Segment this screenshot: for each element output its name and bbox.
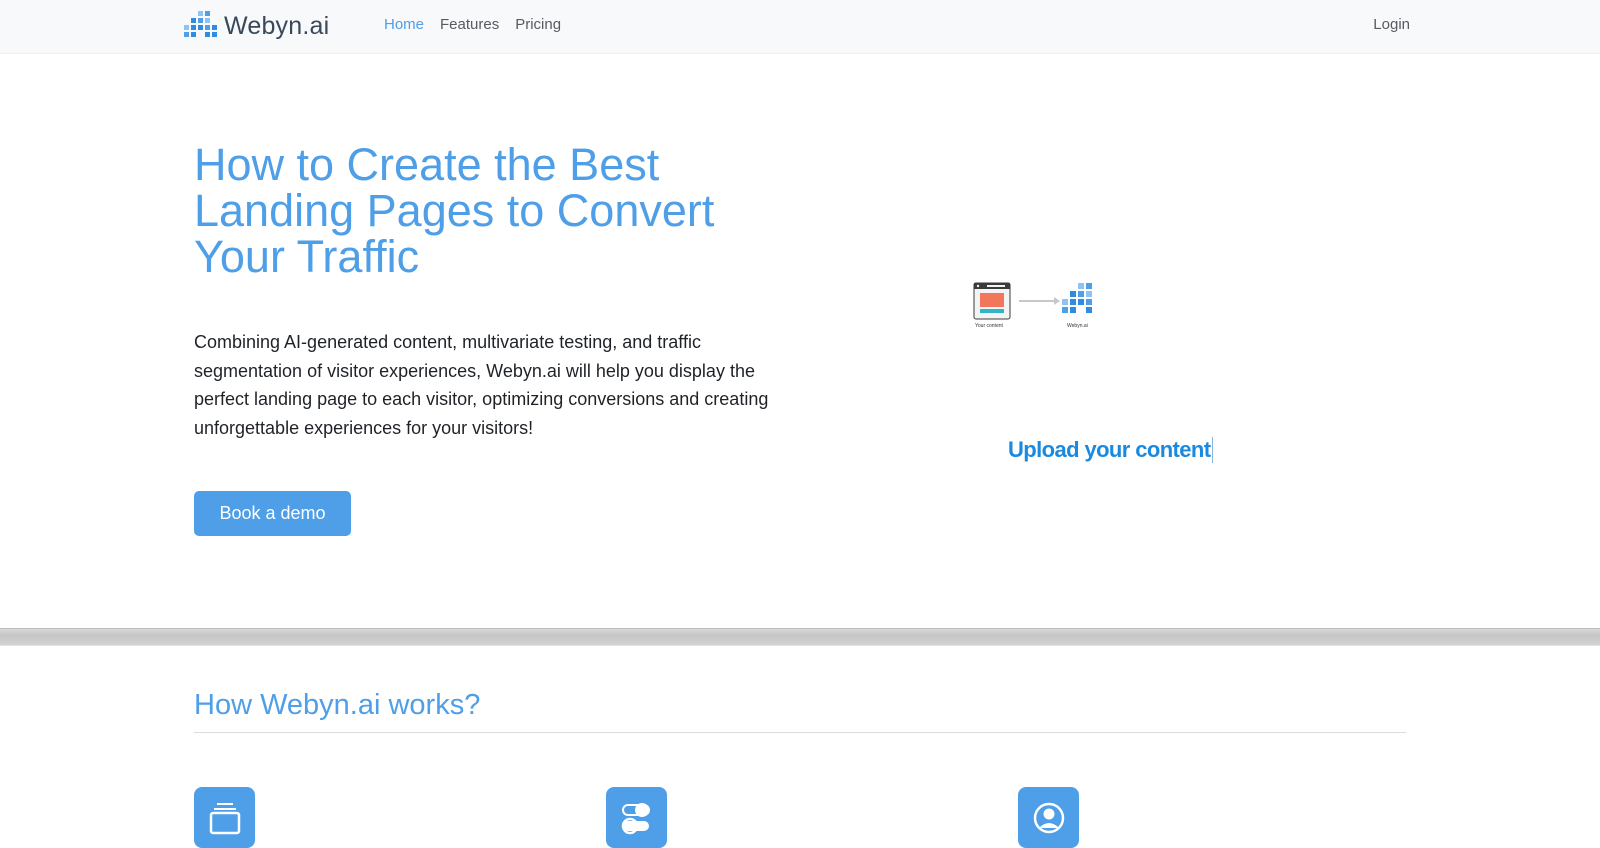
brand-wordmark: Webyn.ai [224, 12, 329, 41]
brand-name: Webyn [224, 11, 303, 40]
book-demo-button[interactable]: Book a demo [194, 491, 351, 536]
login-link[interactable]: Login [1373, 16, 1410, 33]
feature-card-icon-1 [194, 787, 255, 848]
nav-link-features[interactable]: Features [440, 16, 499, 33]
browser-window-icon [209, 803, 240, 835]
illustration-caption-your-content: Your content [975, 323, 1003, 329]
section-rule [194, 732, 1406, 733]
brand-suffix: .ai [302, 11, 330, 40]
nav-link-home[interactable]: Home [384, 16, 424, 33]
feature-card-icon-3 [1018, 787, 1079, 848]
upload-content-caption: Upload your content [1008, 437, 1213, 463]
how-it-works-title: How Webyn.ai works? [194, 689, 481, 721]
illustration-caption-webyn: Webyn.ai [1067, 323, 1088, 329]
user-circle-icon [1033, 802, 1064, 834]
hero-title: How to Create the Best Landing Pages to … [194, 139, 715, 282]
brand-logo[interactable]: Webyn.ai [184, 10, 329, 42]
webyn-logo-icon [184, 11, 217, 37]
nav-link-pricing[interactable]: Pricing [515, 16, 561, 33]
top-navbar: Webyn.ai Home Features Pricing Login [0, 0, 1600, 54]
hero-description: Combining AI-generated content, multivar… [194, 332, 769, 438]
feature-card-icon-2 [606, 787, 667, 848]
toggle-switches-icon [621, 803, 650, 835]
section-divider-band [0, 628, 1600, 646]
nav-links: Home Features Pricing [384, 16, 577, 33]
